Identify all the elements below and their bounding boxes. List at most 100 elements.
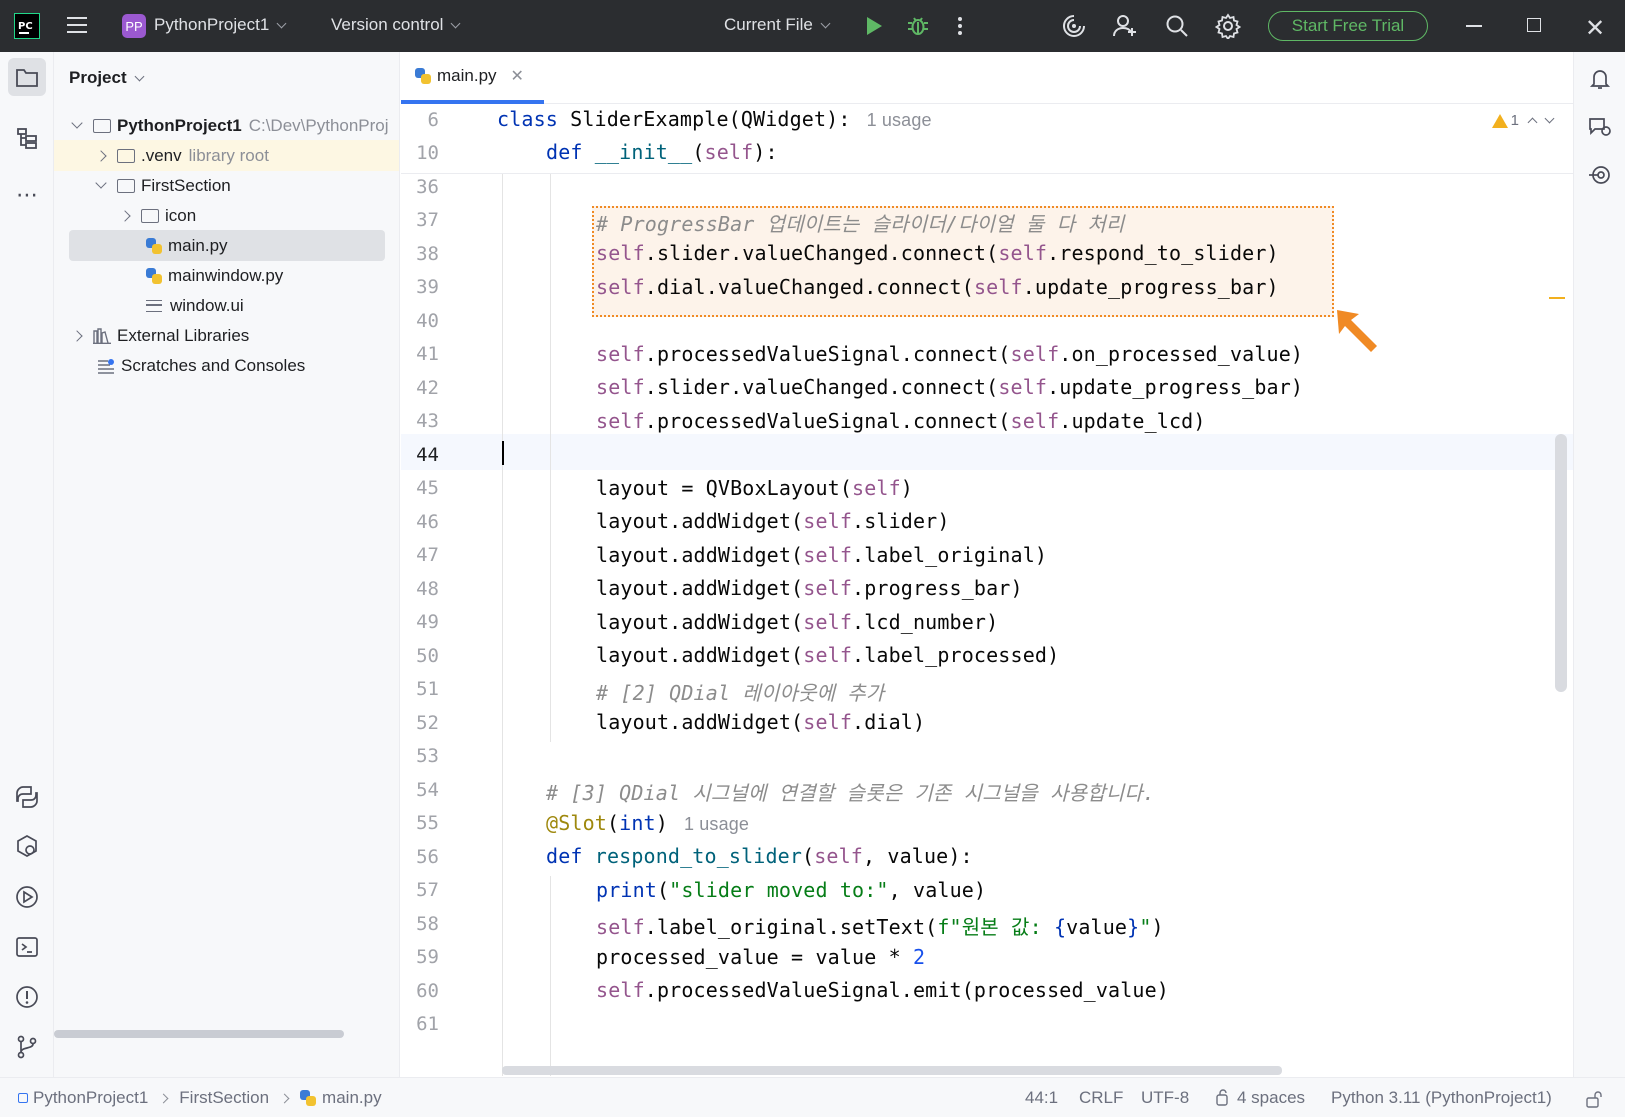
- indent-guide: [550, 876, 551, 1076]
- tree-item-mainwindow-py[interactable]: mainwindow.py: [54, 260, 399, 291]
- tree-item-label: PythonProject1: [117, 115, 242, 135]
- structure-icon[interactable]: [8, 119, 46, 157]
- maximize-icon[interactable]: [1527, 18, 1541, 32]
- line-number: 41: [416, 343, 439, 365]
- read-only-lock-icon[interactable]: [1585, 1090, 1603, 1108]
- pycharm-logo-icon: PC: [14, 13, 40, 39]
- tree-item-scratches[interactable]: Scratches and Consoles: [54, 350, 399, 381]
- tree-item-path-hint: C:\Dev\PythonProj: [248, 115, 389, 135]
- library-root-hint: library root: [188, 145, 269, 165]
- tree-item-label: window.ui: [170, 295, 244, 315]
- ai-assistant-icon[interactable]: [1061, 13, 1087, 39]
- chevron-down-icon: [95, 177, 107, 189]
- project-badge[interactable]: PP: [122, 14, 146, 38]
- code-line-56: def respond_to_slider(self, value):: [546, 844, 973, 868]
- project-folder-icon[interactable]: [8, 58, 46, 96]
- notifications-bell-icon[interactable]: [1581, 60, 1619, 98]
- endpoints-icon[interactable]: [1581, 156, 1619, 194]
- line-number: 37: [416, 209, 439, 231]
- run-icon[interactable]: [867, 17, 882, 35]
- search-icon[interactable]: [1164, 13, 1190, 39]
- close-icon[interactable]: ✕: [1585, 14, 1605, 43]
- run-config-label: Current File: [724, 15, 813, 34]
- inspection-widget[interactable]: 1: [1491, 112, 1555, 129]
- python-interpreter[interactable]: Python 3.11 (PythonProject1): [1331, 1088, 1552, 1108]
- line-number: 52: [416, 712, 439, 734]
- ai-chat-icon[interactable]: [1581, 108, 1619, 146]
- code-line-55: @Slot(int) 1 usage: [546, 811, 750, 835]
- python-file-icon: [146, 237, 162, 254]
- breadcrumb-item[interactable]: FirstSection: [179, 1088, 269, 1108]
- tree-item-project-root[interactable]: PythonProject1 C:\Dev\PythonProj: [54, 110, 399, 141]
- chevron-up-icon[interactable]: [1527, 117, 1538, 128]
- line-number: 45: [416, 477, 439, 499]
- more-vertical-icon[interactable]: [958, 17, 962, 35]
- tree-item-label: External Libraries: [117, 325, 250, 345]
- more-tools-icon[interactable]: ⋯: [8, 176, 46, 214]
- line-number: 53: [416, 745, 439, 767]
- tree-item-venv[interactable]: .venv library root: [54, 140, 399, 171]
- services-icon[interactable]: [8, 828, 46, 866]
- git-branch-icon[interactable]: [8, 1028, 46, 1066]
- line-separator[interactable]: CRLF: [1079, 1088, 1123, 1108]
- line-number: 56: [416, 846, 439, 868]
- code-line-60: self.processedValueSignal.emit(processed…: [596, 978, 1169, 1002]
- tree-item-firstsection[interactable]: FirstSection: [54, 170, 399, 201]
- code-line-48: layout.addWidget(self.progress_bar): [596, 576, 1023, 600]
- library-icon: [93, 327, 111, 344]
- vertical-scrollbar[interactable]: [1555, 434, 1567, 692]
- run-tool-icon[interactable]: [8, 878, 46, 916]
- code-line-37-comment: # ProgressBar 업데이트는 슬라이더/다이얼 둘 다 처리: [596, 212, 1125, 236]
- code-line-58: self.label_original.setText(f"원본 값: {val…: [596, 915, 1164, 939]
- python-file-icon: [146, 267, 162, 284]
- run-config-selector[interactable]: Current File: [724, 15, 831, 35]
- line-number: 49: [416, 611, 439, 633]
- line-number: 42: [416, 377, 439, 399]
- indent-guide: [502, 174, 503, 1076]
- line-number: 51: [416, 678, 439, 700]
- tree-item-icon-folder[interactable]: icon: [54, 200, 399, 231]
- debug-icon[interactable]: [906, 14, 930, 38]
- text-caret: [502, 441, 504, 465]
- python-packages-icon[interactable]: [8, 778, 46, 816]
- editor-tab-bar: main.py ✕: [401, 52, 1573, 104]
- folder-icon: [117, 178, 135, 193]
- tree-item-external-libraries[interactable]: External Libraries: [54, 320, 399, 351]
- chevron-down-icon[interactable]: [1544, 113, 1555, 124]
- project-panel-title: Project: [69, 68, 127, 87]
- code-line-45: layout = QVBoxLayout(self): [596, 476, 913, 500]
- start-free-trial-button[interactable]: Start Free Trial: [1268, 11, 1428, 41]
- tree-item-label: FirstSection: [141, 175, 231, 195]
- code-line-49: layout.addWidget(self.lcd_number): [596, 610, 999, 634]
- code-line-57: print("slider moved to:", value): [596, 878, 987, 902]
- module-icon: [18, 1093, 28, 1103]
- file-encoding[interactable]: UTF-8: [1141, 1088, 1189, 1108]
- problems-icon[interactable]: [8, 978, 46, 1016]
- minimize-icon[interactable]: [1466, 25, 1482, 27]
- indent-setting[interactable]: 4 spaces: [1215, 1088, 1305, 1108]
- settings-gear-icon[interactable]: [1215, 13, 1241, 39]
- breadcrumb-item[interactable]: PythonProject1: [33, 1088, 148, 1108]
- tab-main-py[interactable]: main.py ✕: [415, 66, 524, 86]
- terminal-icon[interactable]: [8, 928, 46, 966]
- version-control-menu[interactable]: Version control: [331, 15, 461, 35]
- horizontal-scrollbar[interactable]: [502, 1066, 1282, 1075]
- usage-hint: 1 usage: [683, 814, 750, 834]
- tree-item-window-ui[interactable]: window.ui: [54, 290, 399, 321]
- project-panel-scrollbar[interactable]: [54, 1030, 344, 1038]
- tree-item-main-py[interactable]: main.py: [69, 230, 385, 261]
- caret-position[interactable]: 44:1: [1025, 1088, 1058, 1108]
- callout-arrow-icon: [1337, 310, 1377, 352]
- line-number: 46: [416, 511, 439, 533]
- code-editor[interactable]: 6 10 36 37 38 39 40 41 42 43 44 45 46 47…: [401, 104, 1573, 1077]
- project-panel-header[interactable]: Project: [69, 68, 145, 88]
- project-switcher[interactable]: PythonProject1: [154, 15, 287, 35]
- add-user-icon[interactable]: [1112, 13, 1138, 39]
- line-number: 58: [416, 913, 439, 935]
- close-tab-icon[interactable]: ✕: [511, 66, 524, 86]
- chevron-right-icon: [119, 209, 131, 222]
- warning-stripe-marker[interactable]: [1549, 297, 1565, 299]
- breadcrumb-item[interactable]: main.py: [322, 1088, 382, 1108]
- line-number-gutter: 6 10 36 37 38 39 40 41 42 43 44 45 46 47…: [401, 104, 499, 1077]
- hamburger-menu-icon[interactable]: [66, 14, 88, 36]
